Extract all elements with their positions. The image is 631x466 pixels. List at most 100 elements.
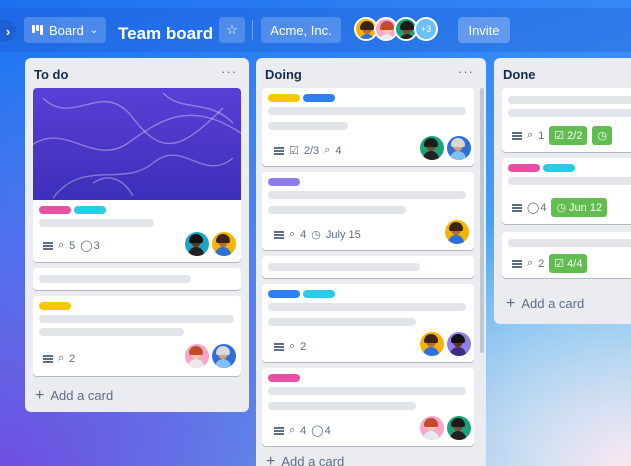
add-card-label: Add a card [50, 388, 114, 403]
card-badges: ⌕ 1 ☑ 2/2 ◷ [512, 126, 613, 145]
card-label [39, 302, 71, 310]
attachment-count: 1 [538, 129, 545, 142]
attachment-icon: ⌕ [289, 424, 296, 436]
board-members[interactable]: +3 [354, 17, 438, 41]
comment-icon: ◯ [527, 202, 540, 214]
star-button[interactable]: ☆ [219, 17, 245, 43]
card[interactable]: ⌕ 2 ☑ 4/4 [502, 232, 631, 278]
workspace-button[interactable]: Acme, Inc. [261, 17, 341, 43]
workspace-label: Acme, Inc. [270, 22, 332, 38]
attachment-count: 5 [69, 239, 76, 252]
card-title-placeholder [39, 275, 191, 283]
add-card-label: Add a card [281, 454, 345, 466]
add-card-label: Add a card [521, 296, 585, 311]
due-date-badge: ◷ Jun 12 [551, 198, 608, 217]
attachment-count: 2 [538, 257, 545, 270]
invite-button[interactable]: Invite [458, 17, 510, 43]
avatar [212, 232, 236, 256]
card-label [39, 206, 71, 214]
card-title-placeholder [268, 122, 348, 130]
add-card-button[interactable]: + Add a card [266, 454, 344, 466]
checklist-icon: ☑ [554, 258, 565, 270]
list-title[interactable]: To do [34, 67, 68, 82]
chevron-right-icon: › [5, 23, 11, 39]
card-label [74, 206, 106, 214]
card[interactable]: ⌕ 2 [33, 296, 241, 376]
add-card-button[interactable]: + Add a card [506, 296, 585, 312]
description-icon [512, 259, 522, 268]
comment-count: 4 [540, 201, 547, 214]
list-menu-button[interactable]: ··· [221, 64, 237, 79]
comment-icon: ◯ [80, 240, 93, 252]
clock-icon: ◷ [597, 130, 608, 142]
member-overflow-count: +3 [420, 24, 432, 34]
checklist-badge: ☑ 2/2 [549, 126, 588, 145]
card[interactable]: ⌕ 2 [262, 284, 474, 362]
card-label [268, 374, 300, 382]
attachment-icon: ⌕ [58, 239, 65, 251]
add-card-button[interactable]: + Add a card [35, 388, 114, 404]
card-members [185, 344, 236, 368]
avatar [447, 416, 471, 440]
attachment-icon: ⌕ [289, 228, 296, 240]
cover-pattern [33, 92, 241, 199]
avatar [185, 232, 209, 256]
invite-label: Invite [468, 22, 500, 38]
card-members [420, 136, 471, 160]
attachment-icon: ⌕ [58, 352, 65, 364]
attachment-count: 2 [69, 352, 76, 365]
checklist-icon: ☑ [289, 145, 299, 157]
card-members [445, 220, 469, 244]
card-members [420, 332, 471, 356]
board-title[interactable]: Team board [118, 24, 213, 44]
avatar [212, 344, 236, 368]
card-badges: ⌕ 2 ☑ 4/4 [512, 254, 588, 273]
plus-icon: + [266, 453, 276, 466]
card-title-placeholder [508, 109, 631, 117]
avatar [445, 220, 469, 244]
description-icon [512, 203, 522, 212]
divider [252, 20, 253, 40]
card-badges: ⌕ 5 ◯ 3 [43, 239, 100, 252]
checklist-icon: ☑ [554, 130, 565, 142]
checklist-count: 2/2 [567, 129, 583, 142]
attachment-icon: ⌕ [527, 257, 534, 269]
list-title[interactable]: Done [503, 67, 536, 82]
description-icon [274, 146, 284, 155]
checklist-badge: ☑ 4/4 [549, 254, 588, 273]
due-date: July 15 [325, 228, 361, 241]
member-overflow-badge[interactable]: +3 [414, 17, 438, 41]
list-doing: Doing ··· ☑ 2/3 ⌕ 4 ⌕ 4 ◷ July 15 ⌕ 2 ⌕ … [256, 58, 486, 466]
description-icon [43, 241, 53, 250]
clock-icon: ◷ [311, 229, 321, 241]
card[interactable]: ⌕ 5 ◯ 3 [33, 88, 241, 262]
card[interactable]: ⌕ 1 ☑ 2/2 ◷ [502, 88, 631, 152]
card-members [420, 416, 471, 440]
avatar [447, 332, 471, 356]
list-title[interactable]: Doing [265, 67, 302, 82]
clock-icon: ◷ [556, 202, 567, 214]
card-label [268, 178, 300, 186]
card[interactable]: ☑ 2/3 ⌕ 4 [262, 88, 474, 166]
card[interactable]: ⌕ 4 ◯ 4 [262, 368, 474, 446]
card-label [303, 94, 335, 102]
card[interactable]: ⌕ 4 ◷ July 15 [262, 172, 474, 250]
list-scrollbar[interactable] [480, 88, 484, 353]
card[interactable] [262, 256, 474, 278]
card-title-placeholder [39, 219, 154, 227]
description-icon [274, 230, 284, 239]
card-title-placeholder [268, 402, 416, 410]
view-switcher-button[interactable]: Board ⌄ [24, 17, 106, 43]
card-label [268, 94, 300, 102]
card-label [303, 290, 335, 298]
comment-icon: ◯ [311, 425, 324, 437]
card-cover-image [33, 88, 241, 200]
attachment-count: 4 [300, 228, 307, 241]
card-title-placeholder [268, 318, 416, 326]
card-title-placeholder [268, 206, 406, 214]
card-title-placeholder [508, 177, 631, 185]
card[interactable] [33, 268, 241, 290]
list-menu-button[interactable]: ··· [458, 64, 474, 79]
card-label [268, 290, 300, 298]
card[interactable]: ◯ 4 ◷ Jun 12 [502, 158, 631, 224]
